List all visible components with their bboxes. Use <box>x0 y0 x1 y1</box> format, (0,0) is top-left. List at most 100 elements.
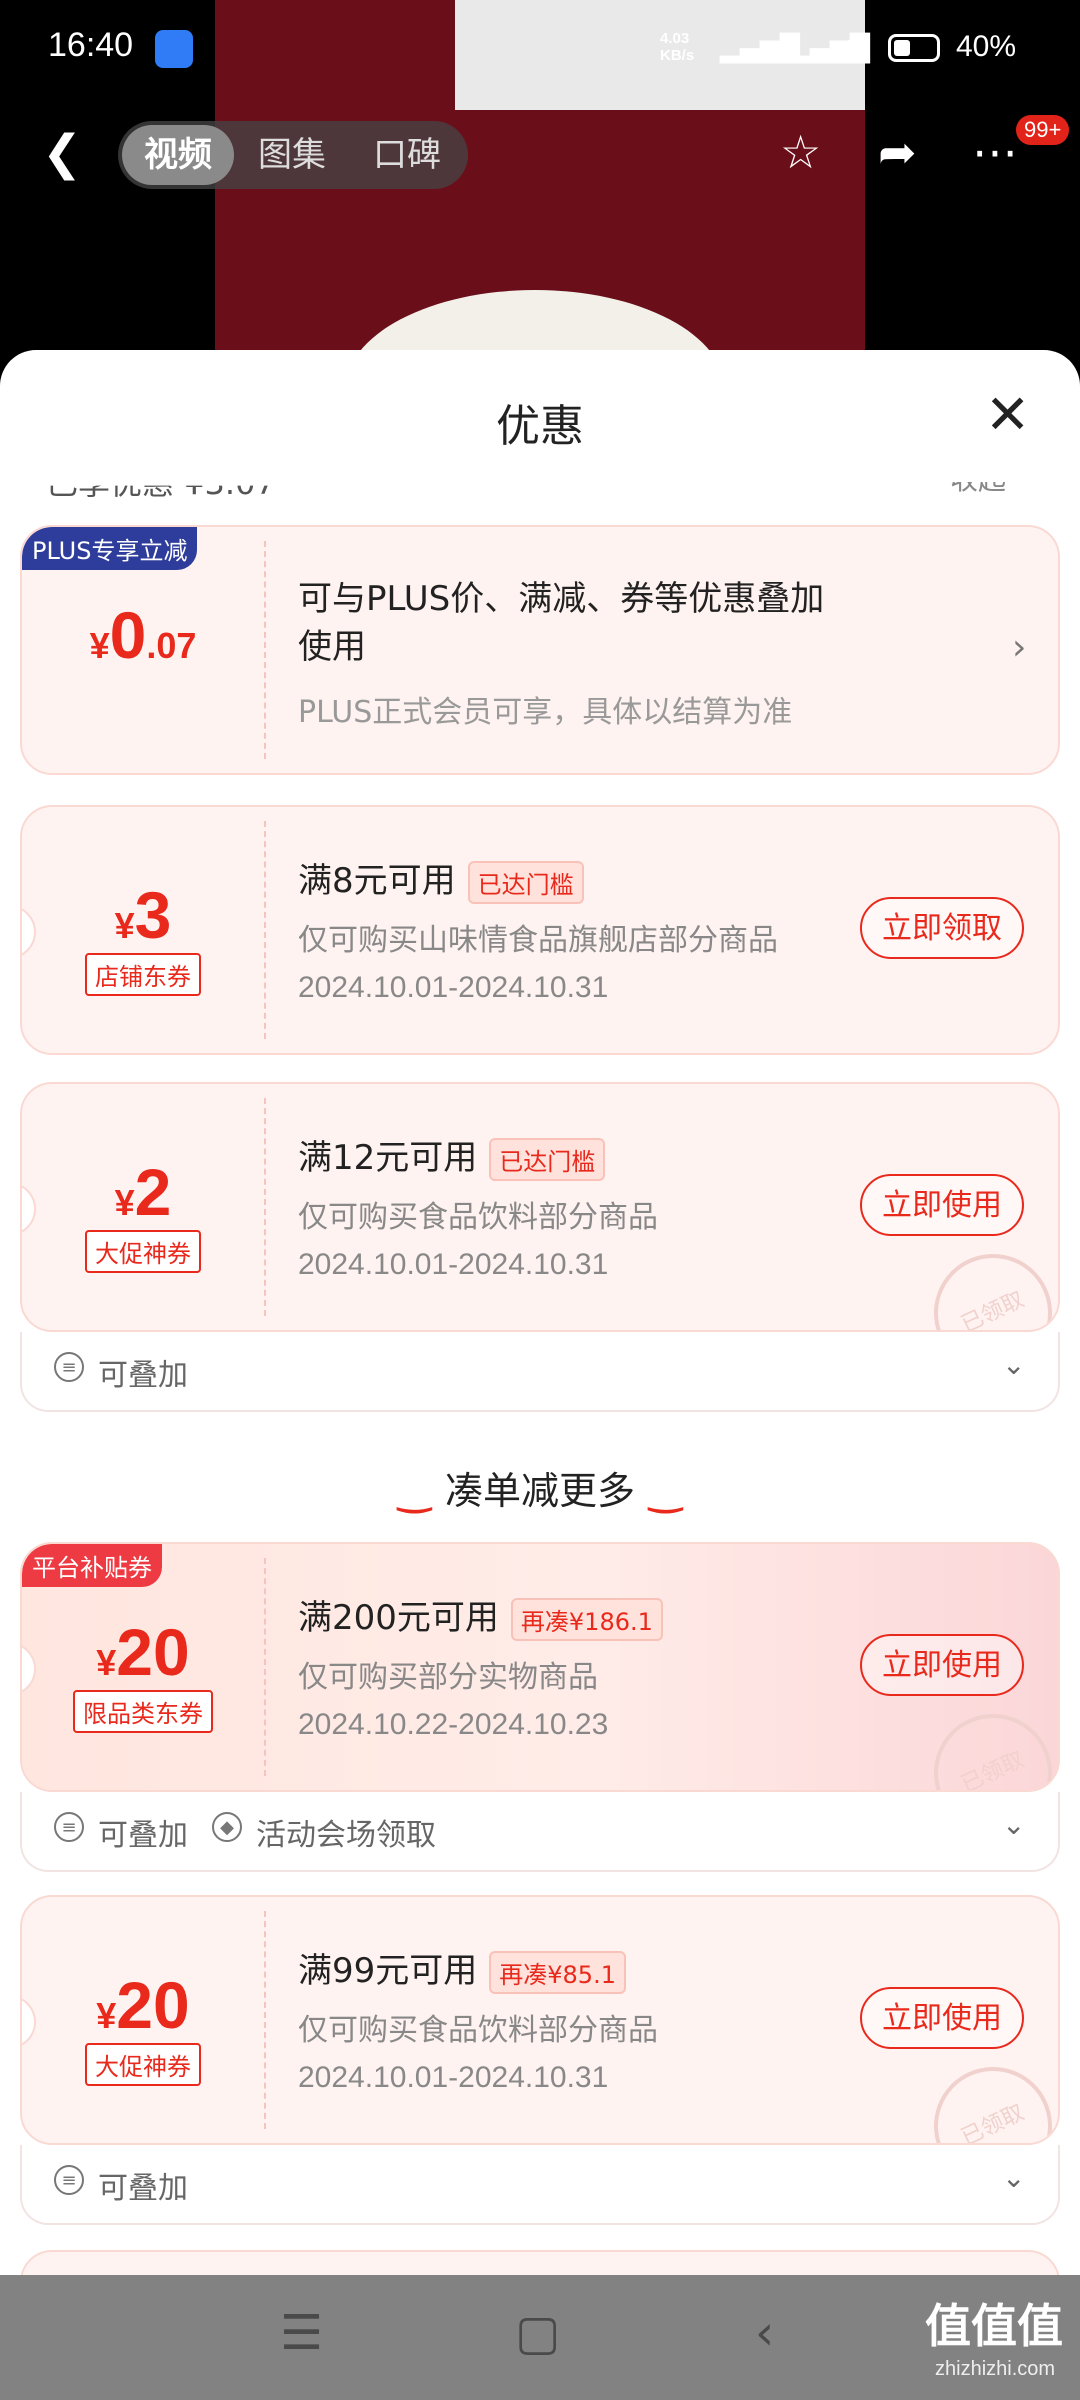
coupon-amount: ¥2 <box>22 1154 264 1230</box>
amount-int: 0 <box>109 598 147 672</box>
share-icon[interactable]: ➦ <box>878 125 917 179</box>
tab-video[interactable]: 视频 <box>122 125 234 185</box>
tab-reviews[interactable]: 口碑 <box>373 131 441 179</box>
smile-icon: ‿ <box>635 1468 683 1514</box>
coupon-desc: 仅可购买食品饮料部分商品 <box>298 1200 658 1235</box>
sheet-title: 优惠 <box>496 401 584 452</box>
plus-tag: PLUS专享立减 <box>22 527 198 570</box>
stack-row[interactable]: ≡ 可叠加 ⌄ <box>20 2145 1060 2225</box>
saved-amount-peek: 已享优惠 ¥3.07 <box>46 464 276 502</box>
coupon-amount: ¥3 <box>22 877 264 953</box>
amount: 20 <box>116 1968 190 2042</box>
media-tabs: 视频 图集 口碑 <box>118 121 468 189</box>
threshold-pill: 已达门槛 <box>467 861 584 904</box>
coupon-type-tag: 店铺东券 <box>85 953 201 996</box>
smile-icon: ‿ <box>397 1468 445 1514</box>
coupon-card: 平台补贴券 ¥20 限品类东券 满200元可用 再凑¥186.1 仅可购买部分实物… <box>20 1542 1060 1792</box>
divider <box>264 1098 266 1316</box>
currency: ¥ <box>96 1995 117 2036</box>
battery-icon <box>888 34 940 62</box>
currency: ¥ <box>96 1642 117 1683</box>
chevron-down-icon: ⌄ <box>1002 2161 1026 2194</box>
claim-button[interactable]: 立即领取 <box>860 897 1024 959</box>
divider <box>264 541 266 759</box>
system-nav-bar: ☰ ▢ ‹ <box>0 2275 1080 2400</box>
stackable-icon: ≡ <box>54 2165 84 2195</box>
coupon-card: ¥3 店铺东券 满8元可用 已达门槛 仅可购买山味情食品旗舰店部分商品 2024.… <box>20 805 1060 1055</box>
coupon-date: 2024.10.01-2024.10.31 <box>298 971 609 1004</box>
stackable-label: 可叠加 <box>98 2171 188 2206</box>
more-icon[interactable]: ⋯ <box>972 125 1018 179</box>
condition-text: 满99元可用 <box>298 1951 478 1991</box>
coupon-type-tag: 大促神券 <box>85 2043 201 2086</box>
home-icon[interactable]: ▢ <box>515 2305 560 2361</box>
coupon-date: 2024.10.01-2024.10.31 <box>298 1248 609 1281</box>
plus-discount-card[interactable]: PLUS专享立减 ¥0.07 可与PLUS价、满减、券等优惠叠加使用 PLUS正… <box>20 525 1060 775</box>
condition-text: 满8元可用 <box>298 861 456 901</box>
collapse-peek[interactable]: 收起 <box>950 482 1006 498</box>
favorite-star-icon[interactable]: ☆ <box>780 125 821 179</box>
coupon-desc: 仅可购买山味情食品旗舰店部分商品 <box>298 923 778 958</box>
coupon-card: ¥20 大促神券 满99元可用 再凑¥85.1 仅可购买食品饮料部分商品 2024… <box>20 1895 1060 2145</box>
discount-sheet: 优惠 ✕ 已享优惠 ¥3.07 收起 PLUS专享立减 ¥0.07 可与PLUS… <box>0 350 1080 2275</box>
stackable-label: 可叠加 <box>98 1818 188 1853</box>
stackable-label: 可叠加 <box>98 1358 188 1393</box>
network-speed: 4.03 KB/s <box>660 30 695 64</box>
chevron-down-icon: ⌄ <box>1002 1808 1026 1841</box>
use-button[interactable]: 立即使用 <box>860 1634 1024 1696</box>
coupon-condition: 满99元可用 再凑¥85.1 <box>298 1943 626 1994</box>
coupon-type-wrap: 大促神券 <box>22 1230 264 1273</box>
divider <box>264 821 266 1039</box>
venue-icon: ◆ <box>212 1812 242 1842</box>
coupon-type-wrap: 限品类东券 <box>22 1690 264 1733</box>
threshold-pill: 再凑¥186.1 <box>510 1598 663 1641</box>
coupon-type-wrap: 大促神券 <box>22 2043 264 2086</box>
currency: ¥ <box>114 905 135 946</box>
condition-text: 满12元可用 <box>298 1138 478 1178</box>
plus-amount: ¥0.07 <box>22 597 264 673</box>
amount: 3 <box>134 878 172 952</box>
threshold-pill: 再凑¥85.1 <box>489 1951 626 1994</box>
wifi-icon: ◠ <box>838 34 861 64</box>
coupon-date: 2024.10.01-2024.10.31 <box>298 2061 609 2094</box>
stack-row[interactable]: ≡ 可叠加 ⌄ <box>20 1332 1060 1412</box>
coupon-card: ¥2 大促神券 满12元可用 已达门槛 仅可购买食品饮料部分商品 2024.10.… <box>20 1082 1060 1332</box>
threshold-pill: 已达门槛 <box>489 1138 606 1181</box>
stackable-icon: ≡ <box>54 1352 84 1382</box>
stack-row[interactable]: ≡ 可叠加 ◆ 活动会场领取 ⌄ <box>20 1792 1060 1872</box>
stackable-icon: ≡ <box>54 1812 84 1842</box>
top-nav: ❮ 视频 图集 口碑 ☆ ➦ ⋯ 99+ <box>0 115 1080 195</box>
coupon-type-tag: 大促神券 <box>85 1230 201 1273</box>
back-icon[interactable]: ❮ <box>42 129 82 177</box>
amount: 20 <box>116 1615 190 1689</box>
currency: ¥ <box>89 625 110 666</box>
divider <box>264 1558 266 1776</box>
coupon-type-tag: 限品类东券 <box>73 1690 213 1733</box>
back-nav-icon[interactable]: ‹ <box>755 2305 774 2361</box>
coupon-desc: 仅可购买部分实物商品 <box>298 1660 598 1695</box>
close-icon[interactable]: ✕ <box>985 388 1030 442</box>
plus-subtitle: PLUS正式会员可享，具体以结算为准 <box>298 695 793 730</box>
battery-percent: 40% <box>956 30 1017 63</box>
tab-gallery[interactable]: 图集 <box>258 131 326 179</box>
chevron-down-icon: ⌄ <box>1002 1348 1026 1381</box>
signal-icon: ▂▄▆█ <box>720 34 800 64</box>
currency: ¥ <box>114 1182 135 1223</box>
coupon-type-wrap: 店铺东券 <box>22 953 264 996</box>
status-time: 16:40 <box>48 26 134 64</box>
coupon-condition: 满200元可用 再凑¥186.1 <box>298 1590 663 1641</box>
plus-title: 可与PLUS价、满减、券等优惠叠加使用 <box>298 579 825 667</box>
amount-dec: .07 <box>146 625 197 666</box>
chevron-right-icon: › <box>1012 627 1027 668</box>
coupon-condition: 满12元可用 已达门槛 <box>298 1130 606 1181</box>
coupon-condition: 满8元可用 已达门槛 <box>298 853 584 904</box>
use-button[interactable]: 立即使用 <box>860 1174 1024 1236</box>
message-badge: 99+ <box>1016 115 1070 145</box>
section-title: 凑单减更多 <box>444 1469 635 1513</box>
menu-icon[interactable]: ☰ <box>280 2305 323 2361</box>
condition-text: 满200元可用 <box>298 1598 499 1638</box>
venue-label: 活动会场领取 <box>256 1818 436 1853</box>
app-notification-icon <box>155 30 193 68</box>
use-button[interactable]: 立即使用 <box>860 1987 1024 2049</box>
coupon-amount: ¥20 <box>22 1967 264 2043</box>
